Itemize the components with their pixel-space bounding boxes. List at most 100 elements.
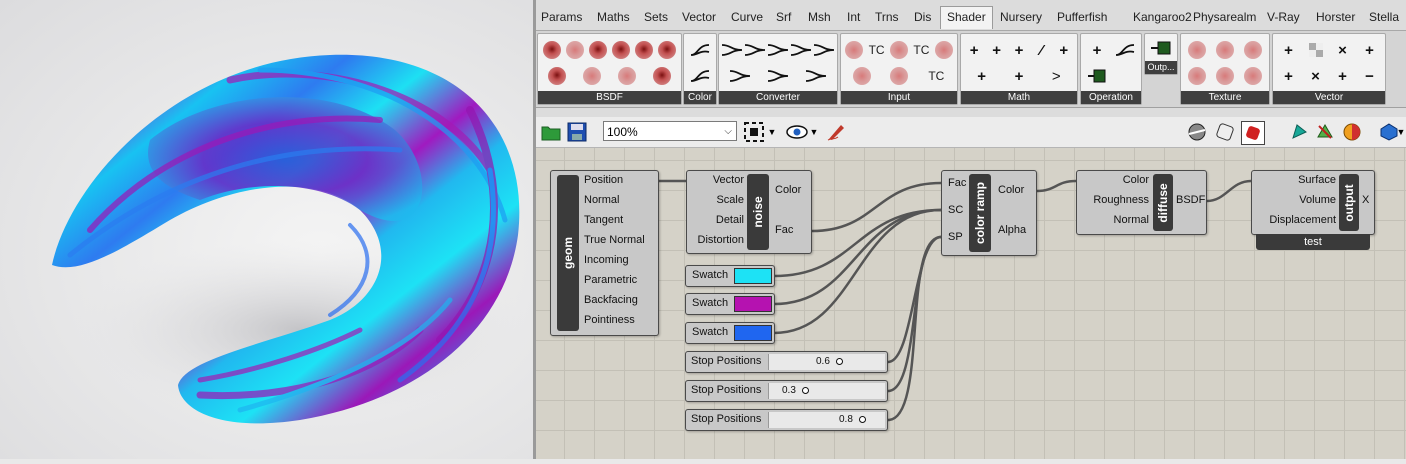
slider-track[interactable]: 0.6 xyxy=(768,354,885,370)
tab-physarealm[interactable]: Physarealm xyxy=(1193,10,1256,24)
color-ramp-input-sp[interactable]: SP xyxy=(948,231,963,243)
output-node-icon[interactable] xyxy=(1086,65,1108,87)
geom-output-pointiness[interactable]: Pointiness xyxy=(584,314,635,326)
plus-icon[interactable]: + xyxy=(1008,65,1030,87)
output-output-x[interactable]: X xyxy=(1362,194,1369,206)
curves-icon[interactable] xyxy=(689,39,711,61)
tab-curve[interactable]: Curve xyxy=(731,10,763,24)
geom-output-normal[interactable]: Normal xyxy=(584,194,619,206)
slider-track[interactable]: 0.3 xyxy=(768,383,885,399)
texture-sphere-icon[interactable] xyxy=(1214,65,1236,87)
converter-icon[interactable] xyxy=(744,39,766,61)
tab-params[interactable]: Params xyxy=(541,10,582,24)
tab-vector[interactable]: Vector xyxy=(682,10,716,24)
bsdf-sphere-icon[interactable] xyxy=(581,65,603,87)
swatch-color-cyan[interactable] xyxy=(734,268,772,284)
plus-icon[interactable]: + xyxy=(1332,65,1354,87)
bsdf-dark-sphere-icon[interactable] xyxy=(656,39,678,61)
shaded-preview-icon[interactable] xyxy=(1186,121,1208,143)
texture-coordinate-icon[interactable]: TC xyxy=(925,65,947,87)
bsdf-dark-sphere-icon[interactable] xyxy=(610,39,632,61)
chevron-down-icon[interactable]: ▼ xyxy=(808,121,820,143)
swatch-color-blue[interactable] xyxy=(734,325,772,341)
bake-teal-icon[interactable] xyxy=(1288,121,1310,143)
plus-icon[interactable]: + xyxy=(1278,39,1300,61)
texture-sphere-icon[interactable] xyxy=(1186,39,1208,61)
swatch-node-blue[interactable]: Swatch xyxy=(685,322,775,344)
diffuse-input-roughness[interactable]: Roughness xyxy=(1093,194,1149,206)
bsdf-dark-sphere-icon[interactable] xyxy=(587,39,609,61)
tab-srf[interactable]: Srf xyxy=(776,10,791,24)
zoom-extents-icon[interactable] xyxy=(743,121,765,143)
output-node[interactable]: Surface Volume Displacement output X xyxy=(1251,170,1375,235)
diffuse-input-normal[interactable]: Normal xyxy=(1114,214,1149,226)
tab-int[interactable]: Int xyxy=(847,10,860,24)
output-node-icon[interactable] xyxy=(1150,37,1172,59)
geom-output-true-normal[interactable]: True Normal xyxy=(584,234,645,246)
stop-positions-slider-3[interactable]: Stop Positions 0.8 xyxy=(685,409,888,431)
bake-green-icon[interactable] xyxy=(1314,121,1336,143)
plus-icon[interactable]: + xyxy=(986,39,1008,61)
tab-trns[interactable]: Trns xyxy=(875,10,899,24)
texture-sphere-icon[interactable] xyxy=(1214,39,1236,61)
bsdf-dark-sphere-icon[interactable] xyxy=(651,65,673,87)
converter-icon[interactable] xyxy=(767,39,789,61)
tab-dis[interactable]: Dis xyxy=(914,10,931,24)
color-ramp-output-alpha[interactable]: Alpha xyxy=(998,224,1026,236)
input-sphere-icon[interactable] xyxy=(843,39,865,61)
swatch-node-magenta[interactable]: Swatch xyxy=(685,293,775,315)
plus-icon[interactable]: + xyxy=(1053,39,1075,61)
noise-output-fac[interactable]: Fac xyxy=(775,224,793,236)
slider-knob[interactable] xyxy=(836,358,843,365)
group-label-math[interactable]: Math xyxy=(961,91,1077,104)
slash-icon[interactable]: ⁄ xyxy=(1030,39,1052,61)
cross-icon[interactable]: × xyxy=(1332,39,1354,61)
plus-icon[interactable]: + xyxy=(1278,65,1300,87)
slider-knob[interactable] xyxy=(859,416,866,423)
geom-node[interactable]: geom Position Normal Tangent True Normal… xyxy=(550,170,659,336)
diffuse-node[interactable]: Color Roughness Normal diffuse BSDF xyxy=(1076,170,1207,235)
group-label-output[interactable]: Outp... xyxy=(1145,61,1177,74)
converter-icon[interactable] xyxy=(721,39,743,61)
node-canvas[interactable]: geom Position Normal Tangent True Normal… xyxy=(536,148,1406,459)
color-ramp-node[interactable]: Fac SC SP color ramp Color Alpha xyxy=(941,170,1037,256)
group-label-color[interactable]: Color xyxy=(684,91,716,104)
tab-sets[interactable]: Sets xyxy=(644,10,668,24)
slider-knob[interactable] xyxy=(802,387,809,394)
bsdf-dark-sphere-icon[interactable] xyxy=(541,39,563,61)
preview-eye-icon[interactable] xyxy=(786,121,808,143)
tab-maths[interactable]: Maths xyxy=(597,10,630,24)
tab-shader[interactable]: Shader xyxy=(940,6,993,29)
sketch-pen-icon[interactable] xyxy=(825,121,847,143)
tab-stella[interactable]: Stella xyxy=(1369,10,1399,24)
curves-icon[interactable] xyxy=(1114,39,1136,61)
plus-icon[interactable]: + xyxy=(963,39,985,61)
converter-icon[interactable] xyxy=(805,65,827,87)
bsdf-dark-sphere-icon[interactable] xyxy=(633,39,655,61)
plus-icon[interactable]: + xyxy=(1359,39,1381,61)
noise-input-detail[interactable]: Detail xyxy=(716,214,744,226)
geom-output-tangent[interactable]: Tangent xyxy=(584,214,623,226)
selected-preview-icon[interactable] xyxy=(1241,121,1265,145)
noise-input-scale[interactable]: Scale xyxy=(716,194,744,206)
chevron-down-icon[interactable]: ▼ xyxy=(766,121,778,143)
converter-icon[interactable] xyxy=(729,65,751,87)
texture-sphere-icon[interactable] xyxy=(1242,65,1264,87)
geom-output-backfacing[interactable]: Backfacing xyxy=(584,294,638,306)
swatch-node-cyan[interactable]: Swatch xyxy=(685,265,775,287)
noise-output-color[interactable]: Color xyxy=(775,184,801,196)
color-ramp-output-color[interactable]: Color xyxy=(998,184,1024,196)
group-label-converter[interactable]: Converter xyxy=(719,91,837,104)
noise-input-distortion[interactable]: Distortion xyxy=(698,234,744,246)
input-sphere-icon[interactable] xyxy=(888,39,910,61)
slider-track[interactable]: 0.8 xyxy=(768,412,885,428)
texture-sphere-icon[interactable] xyxy=(1186,65,1208,87)
group-label-vector[interactable]: Vector xyxy=(1273,91,1385,104)
geom-output-position[interactable]: Position xyxy=(584,174,623,186)
cross-icon[interactable]: × xyxy=(1305,65,1327,87)
plus-icon[interactable]: + xyxy=(1086,39,1108,61)
save-file-icon[interactable] xyxy=(566,121,588,143)
plus-icon[interactable]: + xyxy=(1008,39,1030,61)
tab-horster[interactable]: Horster xyxy=(1316,10,1355,24)
group-label-input[interactable]: Input xyxy=(841,91,957,104)
